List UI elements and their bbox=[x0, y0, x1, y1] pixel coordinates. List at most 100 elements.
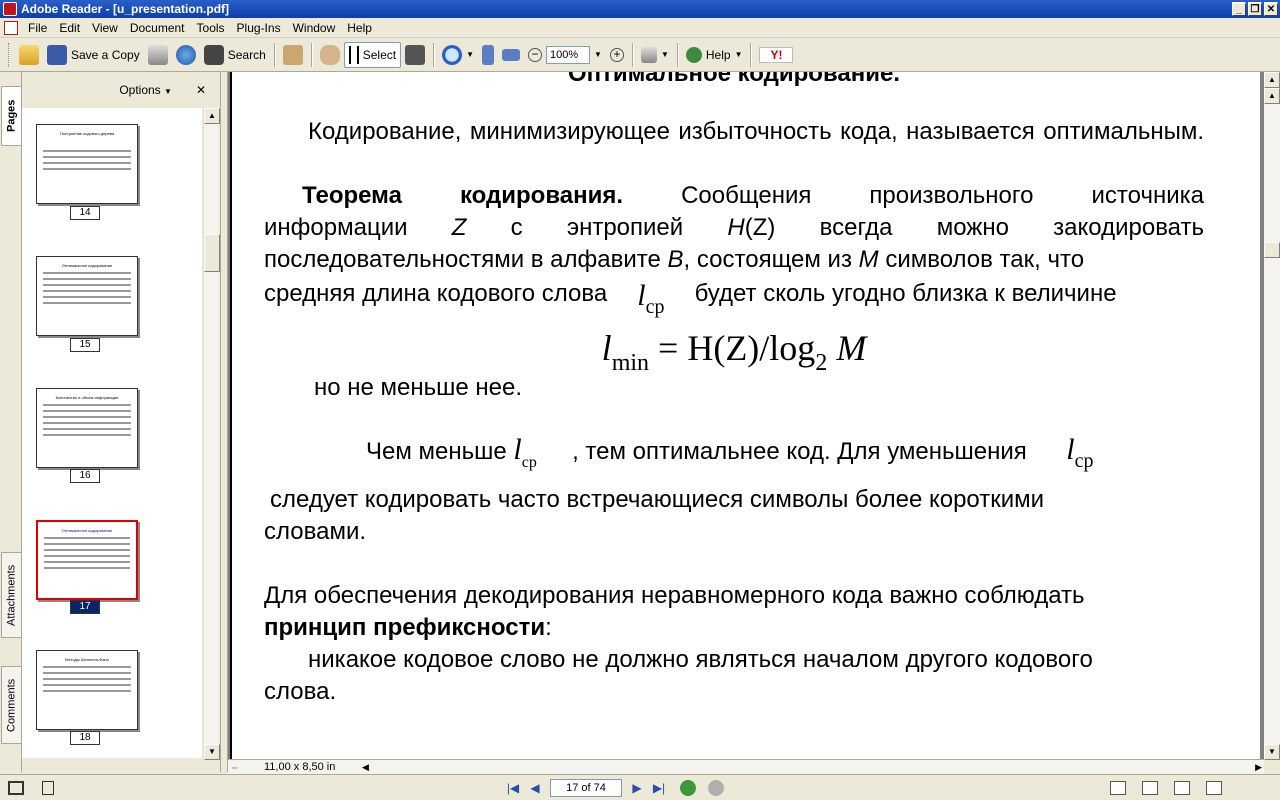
pane-close-button[interactable]: ✕ bbox=[196, 83, 206, 97]
page-number-16[interactable]: 16 bbox=[70, 469, 100, 483]
menu-plugins[interactable]: Plug-Ins bbox=[231, 21, 287, 35]
thumbnail-line bbox=[44, 537, 130, 539]
page-thumbnail-15[interactable]: Оптимальное кодирование bbox=[36, 256, 138, 336]
page-thumbnail-17[interactable]: Оптимальное кодирование bbox=[36, 520, 138, 600]
doc-restore-button[interactable]: ❐ bbox=[1248, 3, 1262, 16]
zoom-input[interactable]: 100% bbox=[546, 45, 591, 64]
first-page-button[interactable]: |◀ bbox=[502, 779, 524, 797]
horizontal-scrollbar[interactable]: ⇔ 11,00 x 8,50 in ◀ ▶ bbox=[228, 759, 1264, 774]
fit-width-button[interactable] bbox=[498, 42, 524, 68]
save-icon bbox=[47, 44, 67, 65]
thumbnails-scrollbar[interactable]: ▲ ▼ bbox=[203, 108, 220, 760]
go-back-icon[interactable] bbox=[680, 779, 696, 796]
tab-pages[interactable]: Pages bbox=[1, 86, 21, 146]
thumbnail-title: Построение кодового дерева bbox=[59, 131, 115, 136]
continuous-facing-view-icon[interactable] bbox=[1206, 780, 1222, 795]
thumbnail-line bbox=[43, 428, 131, 430]
toolbar-separator bbox=[750, 42, 752, 67]
scroll-left-button[interactable]: ◀ bbox=[362, 760, 369, 774]
previous-page-button[interactable]: ◀ bbox=[524, 779, 546, 797]
menu-help[interactable]: Help bbox=[341, 21, 378, 35]
thumbnail-line bbox=[43, 416, 131, 418]
toolbar-separator bbox=[273, 42, 275, 67]
menu-document[interactable]: Document bbox=[124, 21, 191, 35]
search-button[interactable]: Search bbox=[200, 42, 270, 68]
title-bar: Adobe Reader - [u_presentation.pdf] _ ❐ … bbox=[0, 0, 1280, 18]
adobe-reader-icon bbox=[3, 2, 17, 16]
help-button[interactable]: Help ▼ bbox=[682, 42, 747, 68]
zoom-out-button[interactable]: − bbox=[524, 42, 546, 68]
select-tool-button[interactable]: Select bbox=[343, 41, 402, 68]
never-line-2: слова. bbox=[264, 678, 337, 705]
rotate-button[interactable]: ▼ bbox=[637, 42, 673, 68]
page-number-field[interactable]: 17 of 74 bbox=[550, 778, 622, 797]
scroll-right-button[interactable]: ▶ bbox=[1255, 760, 1262, 774]
yahoo-logo-icon: Y! bbox=[759, 46, 794, 63]
var-b: B bbox=[667, 246, 684, 273]
subscript-cp: ср bbox=[645, 296, 665, 318]
page-number-17[interactable]: 17 bbox=[70, 600, 100, 614]
text: всегда можно закодировать bbox=[819, 214, 1204, 241]
document-status-icon[interactable] bbox=[42, 780, 54, 795]
menu-tools[interactable]: Tools bbox=[191, 21, 231, 35]
thumbnail-line bbox=[44, 561, 130, 563]
last-page-button[interactable]: ▶| bbox=[648, 779, 670, 797]
print-button[interactable] bbox=[144, 42, 172, 68]
nav-pane-toggle-icon[interactable] bbox=[8, 780, 24, 795]
text-cursor-icon bbox=[348, 45, 359, 64]
fit-page-button[interactable] bbox=[478, 42, 498, 68]
thumbnails-list: Построение кодового дерева 14 Оптимально… bbox=[22, 108, 202, 758]
doc-close-button[interactable]: ✕ bbox=[1264, 3, 1278, 16]
split-icon[interactable]: ⇔ bbox=[230, 760, 239, 774]
thumbnail-line bbox=[43, 434, 131, 436]
minus-icon: − bbox=[528, 47, 543, 62]
tab-comments[interactable]: Comments bbox=[1, 666, 21, 744]
toolbar-separator bbox=[676, 42, 678, 67]
menu-view[interactable]: View bbox=[86, 21, 124, 35]
zoom-tool-button[interactable]: ▼ bbox=[438, 42, 478, 68]
thumbnail-line bbox=[43, 672, 131, 674]
page-number-18[interactable]: 18 bbox=[70, 731, 100, 745]
l-cp-symbol: lср bbox=[1033, 434, 1093, 473]
text: , тем оптимальнее код. Для уменьшения bbox=[572, 438, 1027, 465]
page-number-15[interactable]: 15 bbox=[70, 338, 100, 352]
scroll-up-button[interactable]: ▲ bbox=[204, 108, 220, 124]
menu-file[interactable]: File bbox=[22, 21, 53, 35]
page-thumbnail-18[interactable]: Методы Шеннона-Фано bbox=[36, 650, 138, 730]
snapshot-tool-button[interactable] bbox=[401, 42, 429, 68]
next-page-button[interactable]: ▶ bbox=[626, 779, 648, 797]
toolbar-separator bbox=[310, 42, 312, 67]
scroll-down-button[interactable]: ▼ bbox=[204, 744, 220, 760]
scroll-thumb[interactable] bbox=[204, 234, 220, 272]
options-menu[interactable]: Options ▼ bbox=[119, 83, 172, 97]
page-thumbnail-16[interactable]: Количество и объем информации bbox=[36, 388, 138, 468]
zoom-in-button[interactable]: + bbox=[606, 42, 628, 68]
continuous-view-icon[interactable] bbox=[1142, 780, 1158, 795]
menu-edit[interactable]: Edit bbox=[53, 21, 86, 35]
open-button[interactable] bbox=[15, 42, 43, 68]
scroll-up-button[interactable]: ▲ bbox=[1264, 72, 1280, 88]
snapshot-button[interactable] bbox=[279, 42, 307, 68]
toolbar-grip[interactable] bbox=[8, 42, 11, 67]
scroll-down-button[interactable]: ▼ bbox=[1264, 744, 1280, 760]
entropy-expr: H(Z) bbox=[727, 214, 775, 241]
facing-view-icon[interactable] bbox=[1174, 780, 1190, 795]
scroll-thumb[interactable] bbox=[1264, 242, 1280, 258]
menu-window[interactable]: Window bbox=[287, 21, 342, 35]
tab-attachments[interactable]: Attachments bbox=[1, 552, 21, 638]
document-icon[interactable] bbox=[4, 20, 18, 35]
go-forward-icon[interactable] bbox=[708, 779, 724, 796]
yahoo-button[interactable]: Y! bbox=[755, 42, 797, 68]
email-button[interactable] bbox=[172, 42, 200, 68]
menu-bar: File Edit View Document Tools Plug-Ins W… bbox=[0, 3, 1280, 38]
hand-tool-button[interactable] bbox=[316, 42, 344, 68]
doc-minimize-button[interactable]: _ bbox=[1232, 3, 1246, 16]
zoom-dropdown[interactable]: ▼ bbox=[590, 42, 606, 68]
pane-splitter[interactable] bbox=[220, 72, 228, 772]
single-page-view-icon[interactable] bbox=[1110, 780, 1126, 795]
document-scrollbar[interactable]: ▲ ▲ ▼ bbox=[1264, 72, 1280, 760]
page-number-14[interactable]: 14 bbox=[70, 206, 100, 220]
save-copy-button[interactable]: Save a Copy bbox=[43, 42, 144, 68]
page-thumbnail-14[interactable]: Построение кодового дерева bbox=[36, 124, 138, 204]
scroll-up-page-button[interactable]: ▲ bbox=[1264, 88, 1280, 104]
